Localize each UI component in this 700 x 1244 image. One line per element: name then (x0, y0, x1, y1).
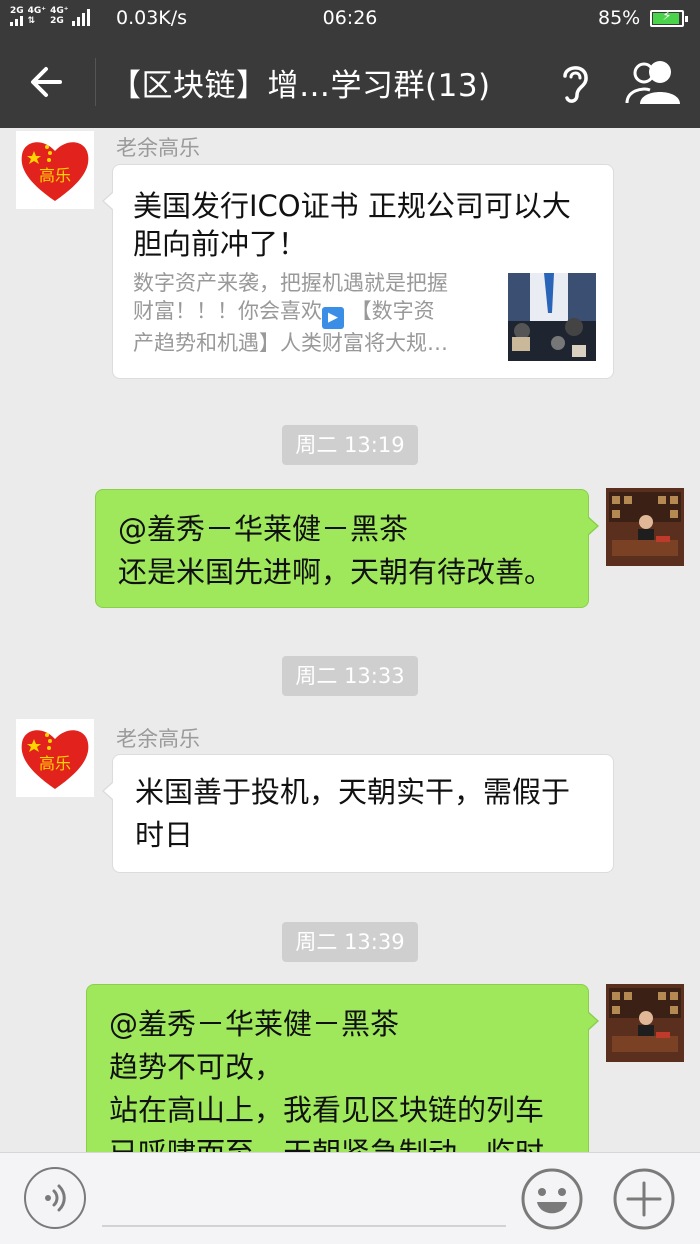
link-card-title: 美国发行ICO证书 正规公司可以大 胆向前冲了！ (133, 187, 603, 263)
battery-icon: ⚡ (650, 9, 688, 27)
timestamp: 周二 13:33 (282, 656, 418, 696)
earpiece-mode-button[interactable] (555, 58, 595, 108)
emoji-icon (521, 1168, 583, 1230)
avatar-self[interactable] (606, 984, 684, 1062)
link-card-thumbnail (508, 273, 596, 361)
link-card-title-line: 美国发行ICO证书 正规公司可以大 (133, 189, 571, 223)
header-divider (95, 58, 96, 106)
link-card[interactable]: 美国发行ICO证书 正规公司可以大 胆向前冲了！ 数字资产来袭，把握机遇就是把握… (102, 164, 614, 379)
back-arrow-icon (31, 67, 62, 97)
voice-icon (45, 1184, 66, 1212)
chat-header: 【区块链】增…学习群(13) (0, 36, 700, 128)
clock: 06:26 (322, 7, 378, 29)
avatar-laoyu[interactable]: 高乐 (16, 131, 94, 209)
message-list[interactable]: 高乐 老余高乐 美国发行ICO证书 正规公司可以大 胆向前冲了！ 数字资产来袭，… (0, 128, 700, 1152)
voice-button[interactable] (24, 1167, 86, 1229)
message-line: 站在高山上，我看见区块链的列车 (109, 1093, 545, 1127)
input-bar (0, 1152, 700, 1244)
ear-icon (563, 66, 588, 103)
message-input[interactable] (102, 1171, 506, 1227)
play-emoji-icon: ▶ (322, 307, 344, 329)
link-card-desc-line: 财富！！！你会喜欢 ▶ 【数字资 (133, 297, 493, 329)
message-line: @羞秀－华莱健－黑茶 (118, 512, 409, 546)
message-line: 趋势不可改， (109, 1050, 284, 1084)
timestamp: 周二 13:39 (282, 922, 418, 962)
group-people-icon (625, 61, 680, 104)
status-bar: 2G 4G⁺ ⇅ 4G⁺ 2G 0.03K/s 06:26 85% ⚡ (0, 0, 700, 36)
back-button[interactable] (22, 56, 74, 108)
charging-bolt-icon: ⚡ (662, 9, 672, 24)
avatar-laoyu[interactable]: 高乐 (16, 719, 94, 797)
sender-name: 老余高乐 (116, 727, 200, 751)
more-button[interactable] (612, 1167, 676, 1231)
avatar-label: 高乐 (39, 166, 71, 185)
tea-shop-photo-avatar-icon (606, 984, 684, 1062)
message-line: 时日 (135, 818, 194, 852)
message-bubble-self[interactable]: @羞秀－华莱健－黑茶 还是米国先进啊，天朝有待改善。 (95, 489, 599, 608)
chat-title: 【区块链】增…学习群(13) (110, 68, 491, 104)
message-bubble-self[interactable]: @羞秀－华莱健－黑茶 趋势不可改， 站在高山上，我看见区块链的列车 已呼啸而至，… (86, 984, 599, 1152)
group-info-button[interactable] (624, 58, 684, 106)
message-line: 已呼啸而至，天朝紧急制动，临时 (109, 1132, 588, 1152)
avatar-self[interactable] (606, 488, 684, 566)
message-line: @羞秀－华莱健－黑茶 (109, 1007, 400, 1041)
avatar-label: 高乐 (39, 754, 71, 773)
message-bubble-other[interactable]: 米国善于投机，天朝实干，需假于 时日 (102, 754, 614, 873)
heart-flag-avatar-icon: 高乐 (21, 730, 89, 789)
message-line: 米国善于投机，天朝实干，需假于 (135, 775, 571, 809)
plus-icon (613, 1168, 675, 1230)
link-card-desc-text: 【数字资 (344, 299, 435, 323)
timestamp: 周二 13:19 (282, 425, 418, 465)
battery-percent: 85% (598, 7, 641, 29)
tea-shop-photo-avatar-icon (606, 488, 684, 566)
link-card-desc-line: 产趋势和机遇】人类财富将大规… (133, 331, 448, 355)
message-line: 还是米国先进啊，天朝有待改善。 (118, 555, 554, 589)
sender-name: 老余高乐 (116, 136, 200, 160)
emoji-button[interactable] (520, 1167, 584, 1231)
heart-flag-avatar-icon: 高乐 (21, 142, 89, 201)
link-card-desc-text: 财富！！！你会喜欢 (133, 299, 322, 323)
press-microphones-image-icon (508, 273, 596, 361)
link-card-desc-line: 数字资产来袭，把握机遇就是把握 (133, 271, 448, 295)
link-card-description: 数字资产来袭，把握机遇就是把握 财富！！！你会喜欢 ▶ 【数字资 产趋势和机遇】人… (133, 269, 493, 357)
link-card-title-line: 胆向前冲了！ (133, 227, 308, 261)
